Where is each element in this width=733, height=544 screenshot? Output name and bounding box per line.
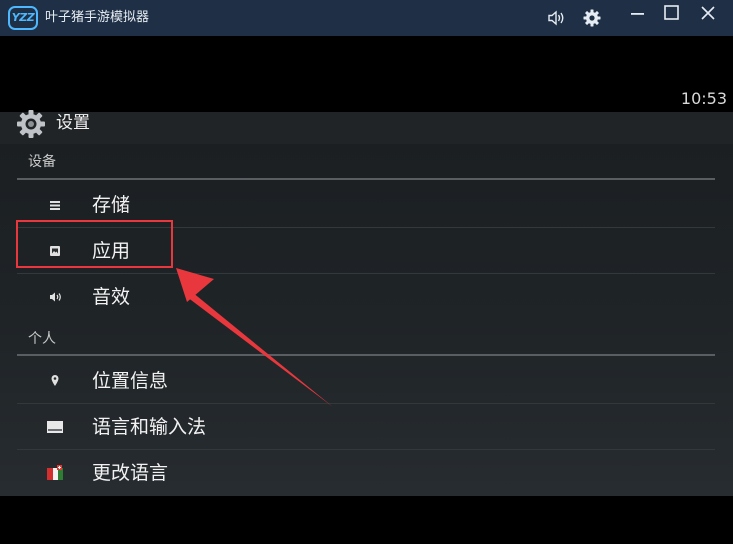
list-item-label: 位置信息 [92,370,169,392]
list-item-location[interactable]: 位置信息 [0,358,733,404]
close-icon[interactable] [698,4,718,24]
app-logo: YZZ [8,6,38,30]
list-item-change-language[interactable]: 更改语言 [0,450,733,496]
emulator-window: YZZ 叶子猪手游模拟器 10:53 设置 设备 存储 应用 音效 个人 位置信… [0,0,733,544]
section-divider [17,178,715,180]
list-item-sound[interactable]: 音效 [0,274,733,320]
window-title: 叶子猪手游模拟器 [45,10,150,25]
maximize-icon[interactable] [662,4,682,24]
language-flag-icon [46,464,64,482]
gear-icon[interactable] [582,8,602,28]
sound-icon [46,288,64,306]
settings-list: 设备 存储 应用 音效 个人 位置信息 语言和输入法 更改语言 [0,144,733,496]
location-icon [46,372,64,390]
section-divider [17,354,715,356]
section-header-device: 设备 [28,154,56,170]
list-item-language-input[interactable]: 语言和输入法 [0,404,733,450]
settings-gear-icon [14,110,48,138]
list-item-label: 更改语言 [92,462,169,484]
status-clock: 10:53 [680,89,727,108]
keyboard-icon [46,418,64,436]
settings-title: 设置 [56,113,90,133]
status-bar: 10:53 [0,36,733,112]
list-item-label: 语言和输入法 [92,416,207,438]
volume-icon[interactable] [546,8,566,28]
section-header-personal: 个人 [28,331,56,347]
list-item-label: 音效 [92,286,131,308]
title-bar: YZZ 叶子猪手游模拟器 [0,0,733,36]
bottom-bar [0,496,733,544]
settings-action-bar: 设置 [0,110,733,144]
annotation-highlight-box [16,220,173,268]
storage-icon [46,196,64,214]
settings-screen: 设置 设备 存储 应用 音效 个人 位置信息 语言和输入法 更改语言 [0,110,733,496]
list-item-label: 存储 [92,194,131,216]
minimize-icon[interactable] [628,4,648,24]
